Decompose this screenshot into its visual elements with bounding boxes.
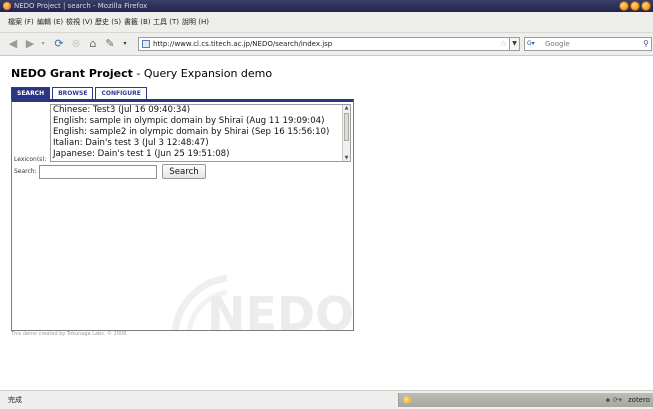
lexicon-option[interactable]: English: sample2 in olympic domain by Sh… [51, 127, 350, 138]
scrollbar-thumb[interactable] [344, 113, 349, 141]
nedo-watermark-logo: NEDO [171, 274, 354, 331]
back-arrow-icon[interactable]: ◀ [6, 37, 20, 51]
firefox-logo-icon [3, 2, 11, 10]
menu-file[interactable]: 檔案 (F) [8, 12, 34, 32]
menu-history[interactable]: 歷史 (S) [95, 12, 121, 32]
page-favicon-icon [142, 40, 150, 48]
menu-tools[interactable]: 工具 (T) [153, 12, 179, 32]
forward-arrow-icon[interactable]: ▶ [23, 37, 37, 51]
reload-icon[interactable]: ⟳ [52, 37, 66, 51]
lexicon-scrollbar[interactable]: ▲ ▼ [342, 105, 350, 161]
home-icon[interactable]: ⌂ [86, 37, 100, 51]
tab-search[interactable]: SEARCH [11, 87, 51, 99]
page-title: NEDO Grant Project - Query Expansion dem… [11, 67, 272, 80]
search-input[interactable] [39, 165, 157, 179]
status-extensions: ⬥ ⟳▾ zotero [398, 393, 653, 407]
url-text: http://www.cl.cs.titech.ac.jp/NEDO/searc… [153, 40, 333, 48]
tab-browse[interactable]: BROWSE [52, 87, 94, 99]
bookmark-icon[interactable]: ✎ [103, 37, 117, 51]
maximize-button[interactable] [630, 1, 640, 11]
lexicon-option[interactable]: English: sample in olympic domain by Shi… [51, 116, 350, 127]
scroll-down-icon[interactable]: ▼ [343, 155, 350, 161]
toolbar-dropdown-icon[interactable]: ▾ [120, 37, 130, 51]
tab-configure[interactable]: CONFIGURE [95, 87, 147, 99]
window-title: NEDO Project | search - Mozilla Firefox [14, 2, 148, 10]
status-text: 完成 [8, 396, 22, 404]
search-panel: NEDO Lexicon(s): Chinese: Test3 (Jul 16 … [11, 99, 354, 331]
url-bar[interactable]: http://www.cl.cs.titech.ac.jp/NEDO/searc… [138, 37, 510, 51]
url-dropdown-icon[interactable]: ▼ [509, 37, 520, 51]
bookmark-star-icon[interactable]: ☆ [500, 38, 507, 50]
search-label: Search: [14, 168, 37, 175]
menu-bar: 檔案 (F) 編輯 (E) 檢視 (V) 歷史 (S) 書籤 (B) 工具 (T… [0, 12, 653, 33]
status-bar: 完成 ⬥ ⟳▾ zotero [0, 390, 653, 409]
menu-view[interactable]: 檢視 (V) [66, 12, 92, 32]
web-search-box[interactable]: G▾ ⚲ [524, 37, 652, 51]
close-button[interactable] [641, 1, 651, 11]
minimize-button[interactable] [619, 1, 629, 11]
page-title-bold: NEDO Grant Project [11, 67, 133, 80]
search-button[interactable]: Search [162, 164, 206, 179]
window-controls [619, 1, 651, 11]
stop-icon[interactable]: ⊗ [69, 37, 83, 51]
search-engine-icon[interactable]: G▾ [527, 39, 543, 49]
extension-status-icon[interactable] [403, 396, 411, 404]
lexicon-option[interactable]: Italian: Dain's test 3 (Jul 3 12:48:47) [51, 138, 350, 149]
lexicon-option[interactable]: Japanese: Dain's test 1 (Jun 25 19:51:08… [51, 149, 350, 160]
watermark-text: NEDO [207, 287, 354, 331]
window-titlebar: NEDO Project | search - Mozilla Firefox [0, 0, 653, 12]
addon-icons[interactable]: ⬥ ⟳▾ [605, 393, 622, 407]
scroll-up-icon[interactable]: ▲ [343, 105, 350, 111]
page-title-rest: - Query Expansion demo [132, 67, 273, 80]
history-dropdown-icon[interactable]: ▾ [40, 37, 46, 51]
zotero-button[interactable]: zotero [628, 393, 650, 407]
search-engine-letter: G [527, 40, 532, 47]
navigation-toolbar: ◀ ▶ ▾ ⟳ ⊗ ⌂ ✎ ▾ http://www.cl.cs.titech.… [0, 33, 653, 56]
menu-help[interactable]: 說明 (H) [182, 12, 209, 32]
lexicon-listbox[interactable]: Chinese: Test3 (Jul 16 09:40:34) English… [50, 104, 351, 162]
lexicon-option[interactable]: Chinese: Test3 (Jul 16 09:40:34) [51, 105, 350, 116]
menu-bookmarks[interactable]: 書籤 (B) [124, 12, 151, 32]
page-footer: This demo created by Tokunaga Labs. © 20… [11, 331, 128, 337]
menu-edit[interactable]: 編輯 (E) [37, 12, 63, 32]
web-search-input[interactable] [545, 38, 633, 50]
lexicon-label: Lexicon(s): [14, 156, 47, 163]
search-icon[interactable]: ⚲ [643, 38, 649, 50]
